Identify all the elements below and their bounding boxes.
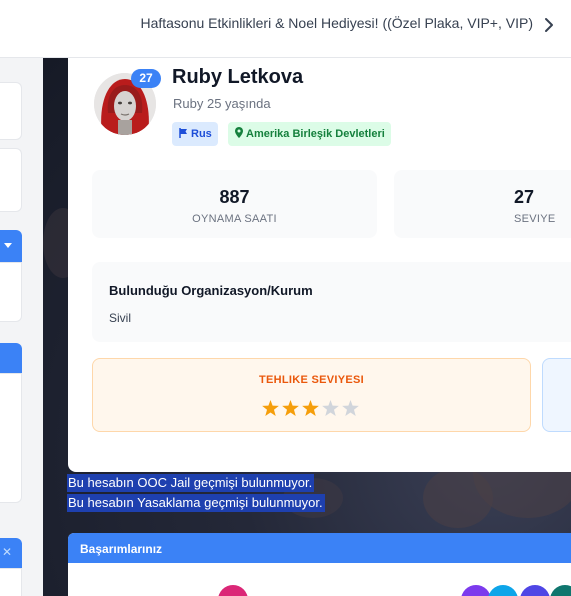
achievement-badge-icon[interactable]: [218, 585, 248, 596]
organization-card: Bulunduğu Organizasyon/Kurum Sivil: [92, 262, 571, 342]
playtime-label: OYNAMA SAATI: [192, 213, 277, 225]
star-empty-icon: [342, 400, 359, 416]
caret-down-icon[interactable]: [4, 243, 12, 249]
announcement-text[interactable]: Haftasonu Etkinlikleri & Noel Hediyesi! …: [140, 15, 533, 31]
map-pin-icon: [235, 127, 243, 138]
star-empty-icon: [322, 400, 339, 416]
left-card-2: [0, 148, 22, 212]
star-filled-icon: [262, 400, 279, 416]
ethnicity-label: Rus: [191, 128, 212, 140]
ban-note: Bu hesabın Yasaklama geçmişi bulunmuyor.: [67, 494, 325, 512]
left-card-1: [0, 82, 22, 140]
organization-value: Sivil: [109, 311, 132, 325]
organization-title: Bulunduğu Organizasyon/Kurum: [109, 283, 313, 298]
left-card-5: [0, 568, 22, 596]
danger-rating: [262, 400, 362, 421]
achievements-title: Başarımlarınız: [68, 533, 571, 563]
playtime-value: 887: [219, 187, 250, 207]
achievements-card: Başarımlarınız: [68, 533, 571, 596]
level-value: 27: [514, 187, 535, 207]
close-icon[interactable]: ✕: [2, 545, 12, 559]
achievement-badge-icon[interactable]: [461, 585, 491, 596]
achievement-badge-icon[interactable]: [550, 585, 571, 596]
flag-icon: [179, 128, 187, 138]
left-card-4-header: [0, 343, 22, 373]
left-card-4: [0, 373, 22, 503]
level-label: SEVIYE: [514, 213, 556, 225]
achievement-badge-icon[interactable]: [520, 585, 550, 596]
level-stat: 27 SEVIYE: [394, 170, 571, 238]
ethnicity-tag: Rus: [172, 122, 218, 146]
profile-card: 27 Ruby Letkova Ruby 25 yaşında Rus Amer…: [68, 58, 571, 472]
character-name: Ruby Letkova: [172, 66, 304, 88]
danger-level-card: TEHLIKE SEVIYESI: [92, 358, 531, 432]
star-filled-icon: [302, 400, 319, 416]
left-card-5-header: ✕: [0, 538, 22, 568]
achievement-badge-icon[interactable]: [488, 585, 518, 596]
country-tag: Amerika Birleşik Devletleri: [228, 122, 391, 146]
country-label: Amerika Birleşik Devletleri: [246, 128, 385, 140]
left-column: ✕: [0, 58, 30, 596]
left-card-3: [0, 262, 22, 322]
secondary-info-card: [542, 358, 571, 432]
level-badge: 27: [131, 69, 161, 88]
playtime-stat: 887 OYNAMA SAATI: [92, 170, 377, 238]
ooc-jail-note: Bu hesabın OOC Jail geçmişi bulunmuyor.: [67, 474, 315, 492]
chevron-right-icon[interactable]: [543, 17, 555, 33]
announcement-bar[interactable]: Haftasonu Etkinlikleri & Noel Hediyesi! …: [0, 0, 571, 58]
danger-level-title: TEHLIKE SEVIYESI: [258, 374, 365, 386]
left-dropdown-header[interactable]: [0, 230, 22, 262]
character-age: Ruby 25 yaşında: [173, 96, 271, 111]
star-filled-icon: [282, 400, 299, 416]
